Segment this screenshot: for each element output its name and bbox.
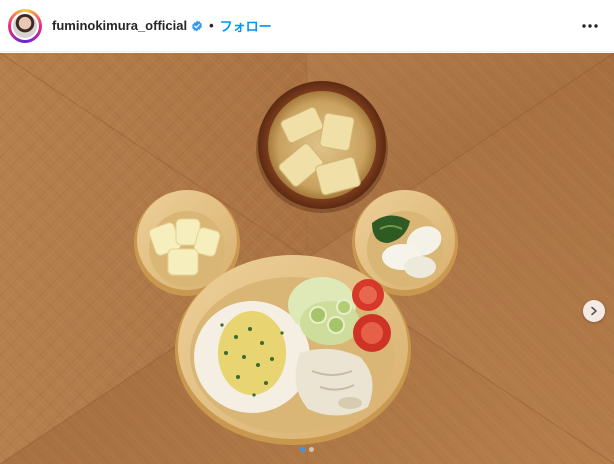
username[interactable]: fuminokimura_official [52, 18, 187, 33]
avatar[interactable] [11, 11, 39, 40]
post-photo[interactable] [0, 53, 614, 464]
more-options-icon[interactable] [580, 16, 600, 36]
chevron-right-icon [591, 306, 597, 316]
story-ring[interactable] [8, 8, 42, 43]
carousel-indicator [0, 447, 614, 452]
instagram-post: fuminokimura_official • フォロー [0, 0, 614, 464]
carousel-dot-1 [300, 447, 305, 452]
separator-dot: • [209, 18, 214, 33]
follow-button[interactable]: フォロー [220, 16, 272, 35]
verified-badge-icon [192, 20, 203, 31]
next-image-button[interactable] [583, 300, 605, 322]
post-header: fuminokimura_official • フォロー [0, 0, 614, 52]
food-photo-image [0, 53, 614, 464]
carousel-dot-2 [309, 447, 314, 452]
